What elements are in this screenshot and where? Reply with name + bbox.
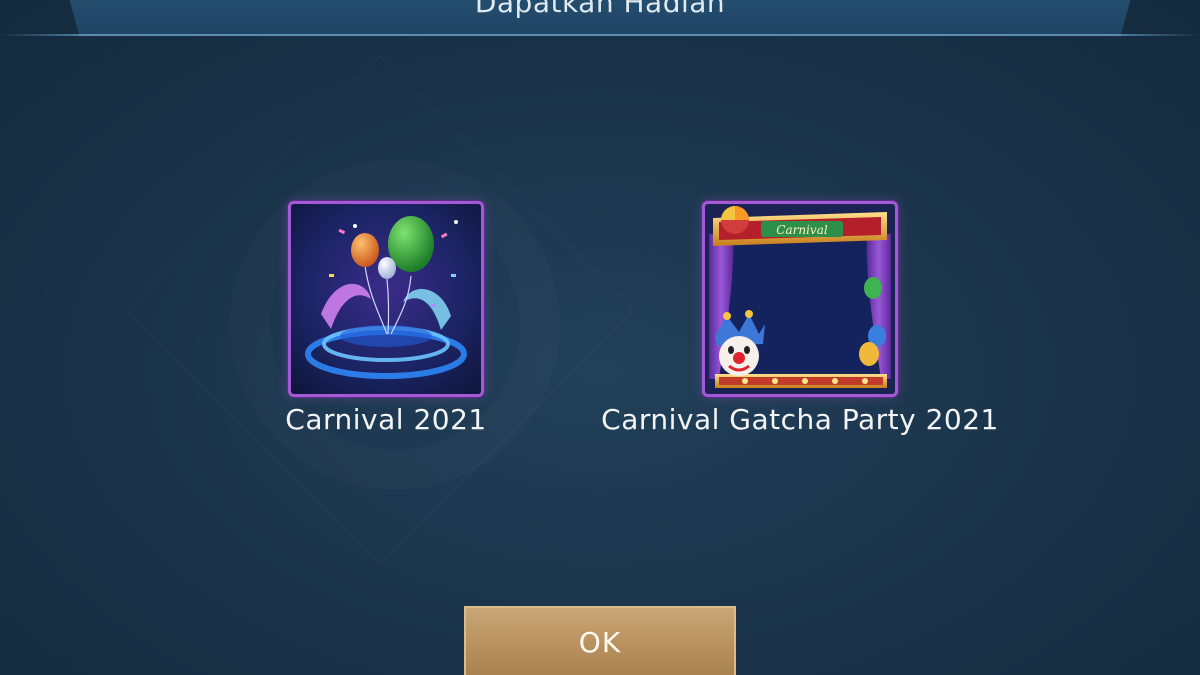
header-divider xyxy=(0,34,1200,36)
ok-button-label: OK xyxy=(578,625,622,659)
carnival-avatar-frame-icon: Carnival xyxy=(702,201,898,397)
reward-item[interactable]: Carnival 2021 xyxy=(285,201,486,436)
reward-label: Carnival 2021 xyxy=(285,403,487,436)
ok-button[interactable]: OK xyxy=(464,606,736,675)
svg-text:Carnival: Carnival xyxy=(776,223,828,237)
dialog-title: Dapatkan Hadiah xyxy=(474,0,726,19)
reward-label: Carnival Gatcha Party 2021 xyxy=(601,403,999,436)
reward-item[interactable]: Carnival Carnival Gatcha Party 2021 xyxy=(601,201,998,436)
balloon-fountain-icon xyxy=(288,201,484,397)
